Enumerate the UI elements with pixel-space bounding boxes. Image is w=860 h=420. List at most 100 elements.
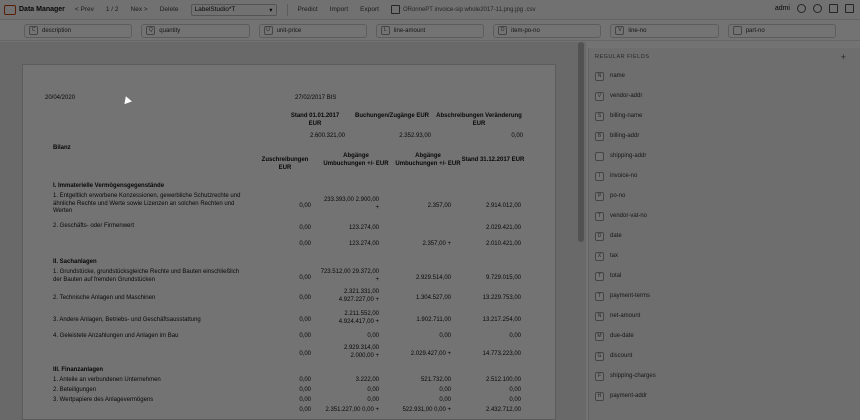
hotkey-badge: D [595, 231, 604, 241]
hotkey-badge [595, 151, 604, 161]
hotkey-badge: T [595, 291, 604, 301]
layout-icon[interactable] [845, 4, 854, 13]
prev-button[interactable]: < Prev [75, 6, 94, 13]
cell: 2.211.552,00 4.924.417,00 + [338, 311, 379, 325]
col-header: Stand 01.01.2017 EUR [290, 113, 340, 127]
user-icon[interactable] [797, 4, 806, 13]
cell: 522.931,00 0,00 + [402, 407, 451, 413]
field-item-tax[interactable]: Xtax [595, 248, 851, 264]
field-item-shipping-addr[interactable]: shipping-addr [595, 148, 851, 164]
field-label: po-no [610, 193, 626, 199]
field-item-payment-addr[interactable]: Hpayment-addr [595, 388, 851, 404]
field-item-shipping-charges[interactable]: Fshipping-charges [595, 368, 851, 384]
cell: 14.773.223,00 [482, 351, 521, 357]
cell: 13.229.753,00 [482, 295, 521, 301]
hotkey-badge: Q [146, 26, 156, 35]
field-chip-unit-price[interactable]: U unit-price [258, 23, 367, 38]
field-chip-line-amount[interactable]: L line-amount [375, 23, 485, 38]
line-label: 2. Geschäfts- oder Firmenwert [53, 223, 135, 229]
hotkey-badge: M [595, 331, 604, 341]
field-item-po-no[interactable]: Ppo-no [595, 188, 851, 204]
user-name: admi [774, 5, 790, 12]
cell: 0,00 [367, 397, 379, 403]
doc-date-left: 20/04/2020 [45, 95, 76, 101]
cell: 0,00 [439, 333, 451, 339]
col-header: Buchungen/Zugänge EUR [355, 113, 429, 119]
project-select[interactable]: LabelStudio*T ▾ [190, 3, 277, 16]
cell: 2.321.331,00 4.927.227,00 + [338, 289, 379, 303]
delete-button[interactable]: Delete [160, 6, 179, 13]
cell: 0,00 [299, 225, 311, 231]
field-item-total[interactable]: Ttotal [595, 268, 851, 284]
field-item-due-date[interactable]: Mdue-date [595, 328, 851, 344]
field-item-net-amount[interactable]: Nnet-amount [595, 308, 851, 324]
hotkey-badge: G [595, 351, 604, 361]
brand: Data Manager [4, 4, 65, 15]
next-button[interactable]: Nex > [131, 6, 148, 13]
hotkey-badge: T [595, 211, 604, 221]
field-chip-description[interactable]: C description [24, 23, 133, 38]
field-item-billing-addr[interactable]: Bbilling-addr [595, 128, 851, 144]
field-item-discount[interactable]: Gdiscount [595, 348, 851, 364]
hotkey-badge: U [263, 26, 273, 35]
field-chip-quantity[interactable]: Q quantity [141, 23, 250, 38]
field-chip-part-no[interactable]: part-no [727, 23, 836, 38]
line-label: 1. Entgeltlich erworbene Konzessionen, g… [53, 193, 241, 214]
predict-button[interactable]: Predict [298, 6, 318, 13]
cell: 0,00 [439, 387, 451, 393]
line-label: 3. Andere Anlagen, Betriebs- und Geschäf… [53, 317, 201, 323]
field-label: payment-addr [610, 393, 648, 399]
cell: 2.357,00 + [422, 241, 451, 247]
cell: 0,00 [299, 203, 311, 209]
cell: 0,00 [299, 351, 311, 357]
field-item-name[interactable]: Nname [595, 68, 851, 84]
cell: 0,00 [509, 397, 521, 403]
cell: 9.729.015,00 [485, 275, 521, 281]
add-field-icon[interactable]: + [841, 52, 846, 62]
help-icon[interactable] [813, 4, 822, 13]
field-item-payment-terms[interactable]: Tpayment-terms [595, 288, 851, 304]
cell: 123.274,00 [348, 225, 379, 231]
field-item-invoice-no[interactable]: Iinvoice-no [595, 168, 851, 184]
cell: 13.217.254,00 [482, 317, 521, 323]
hotkey-badge: L [380, 26, 390, 35]
field-chip-item-po-no[interactable]: O item-po-no [493, 23, 602, 38]
field-label: shipping-charges [610, 373, 656, 379]
col-header: Zuschreibungen EUR [261, 157, 309, 171]
field-chip-line-no[interactable]: V line-no [610, 23, 719, 38]
import-button[interactable]: Import [330, 6, 348, 13]
field-item-vendor-vat-no[interactable]: Tvendor-vat-no [595, 208, 851, 224]
line-label: 1. Anteile an verbundenen Unternehmen [53, 377, 161, 383]
field-item-vendor-addr[interactable]: Vvendor-addr [595, 88, 851, 104]
group-title: I. Immaterielle Vermögensgegenstände [53, 183, 165, 189]
field-label: vendor-addr [610, 93, 643, 99]
hotkey-badge: P [595, 191, 604, 201]
field-label: line-amount [393, 27, 426, 34]
hotkey-badge: V [615, 26, 625, 35]
field-label: description [42, 27, 72, 34]
cell: 0,00 [299, 295, 311, 301]
cell: 233.393,00 2.900,00 + [323, 197, 379, 211]
export-button[interactable]: Export [360, 6, 379, 13]
settings-icon[interactable] [829, 4, 838, 13]
cell: 2.600.321,00 [309, 133, 345, 139]
col-header: Abgänge Umbuchungen +/- EUR [323, 153, 389, 167]
field-label: shipping-addr [610, 153, 647, 159]
file-name: ORonnePT invoice-sip whole2017-11.png.jp… [402, 6, 536, 13]
hotkey-badge: S [595, 111, 604, 121]
cell: 0,00 [299, 397, 311, 403]
field-item-billing-name[interactable]: Sbilling-name [595, 108, 851, 124]
cell: 2.029.421,00 [485, 225, 521, 231]
document-page[interactable]: 20/04/2020 27/02/2017 BIS Stand 01.01.20… [22, 64, 556, 420]
field-label: unit-price [276, 27, 302, 34]
cell: 0,00 [299, 241, 311, 247]
logo-icon [4, 4, 16, 15]
project-select-value: LabelStudio*T [194, 6, 236, 13]
field-item-date[interactable]: Ddate [595, 228, 851, 244]
document-scrollbar[interactable] [578, 42, 584, 242]
col-header: Abschreibungen Veränderung EUR [436, 113, 522, 127]
field-label: part-no [745, 27, 765, 34]
cell: 0,00 [299, 275, 311, 281]
hotkey-badge: I [595, 171, 604, 181]
file-icon [390, 5, 400, 14]
